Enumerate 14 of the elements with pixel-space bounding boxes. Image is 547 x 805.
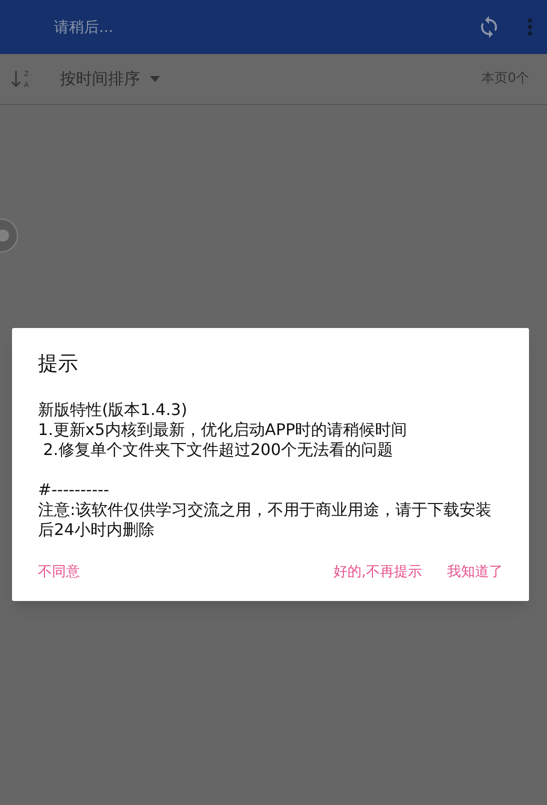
message-line: 新版特性(版本1.4.3) <box>38 400 188 420</box>
dialog-button[interactable]: 不同意 <box>38 562 80 583</box>
caret-icon <box>150 76 160 82</box>
more-icon[interactable] <box>527 18 533 36</box>
dialog-title: 提示 <box>38 350 79 377</box>
message-line: 1.更新x5内核到最新，优化启动APP时的请稍候时间 <box>38 420 408 440</box>
floating-button-icon[interactable] <box>0 218 19 253</box>
dialog-button[interactable]: 我知道了 <box>447 562 503 583</box>
message-line: #---------- <box>38 480 110 500</box>
message-line: 2.修复单个文件夹下文件超过200个无法看的问题 <box>42 440 394 460</box>
dialog-button[interactable]: 好的,不再提示 <box>334 562 422 583</box>
app-bar-title: 请稍后... <box>54 16 114 38</box>
message-line: 注意:该软件仅供学习交流之用，不用于商业用途，请于下载安装后24小时内删除 <box>38 500 492 540</box>
sort-dropdown[interactable]: 按时间排序 <box>60 67 160 91</box>
